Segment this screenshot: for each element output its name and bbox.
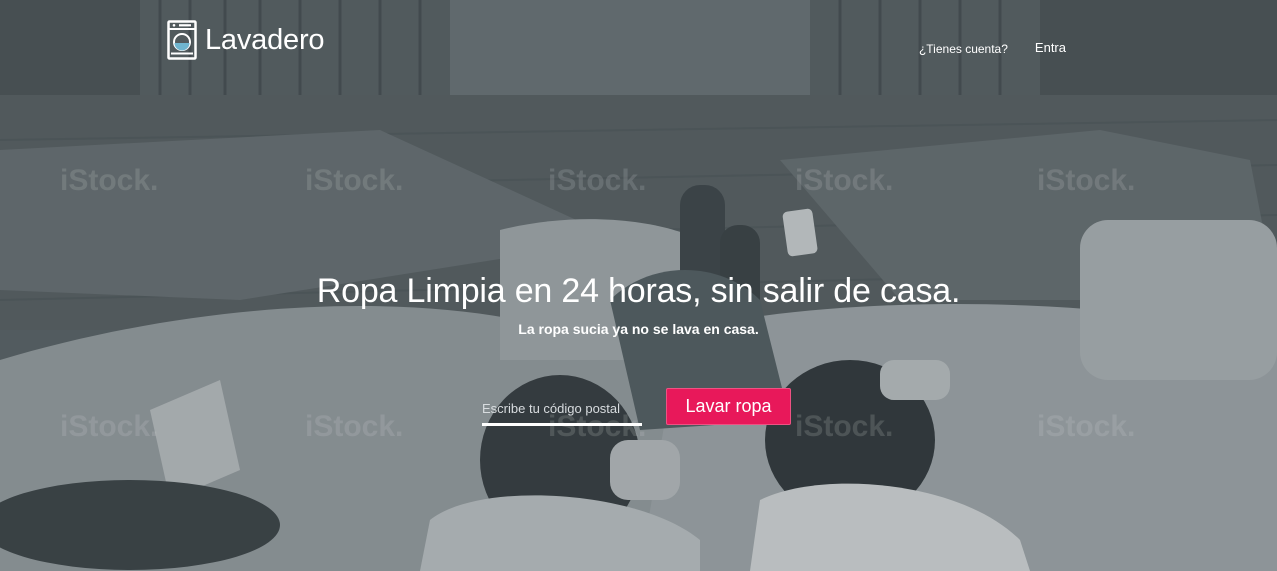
brand-logo[interactable]: Lavadero — [167, 20, 325, 60]
hero-section: iStock. iStock. iStock. iStock. iStock. … — [0, 0, 1277, 571]
hero-headline: Ropa Limpia en 24 horas, sin salir de ca… — [316, 272, 961, 310]
postal-code-input[interactable] — [482, 387, 642, 426]
wash-clothes-button[interactable]: Lavar ropa — [666, 388, 791, 425]
postal-code-form: Lavar ropa — [482, 387, 791, 426]
account-question-text: ¿Tienes cuenta? — [918, 42, 1008, 56]
header-nav: ¿Tienes cuenta? Entra — [918, 38, 1066, 57]
login-link[interactable]: Entra — [1035, 40, 1066, 55]
hero-subheadline: La ropa sucia ya no se lava en casa. — [518, 321, 759, 337]
washing-machine-icon — [167, 20, 197, 60]
brand-name: Lavadero — [205, 24, 325, 56]
